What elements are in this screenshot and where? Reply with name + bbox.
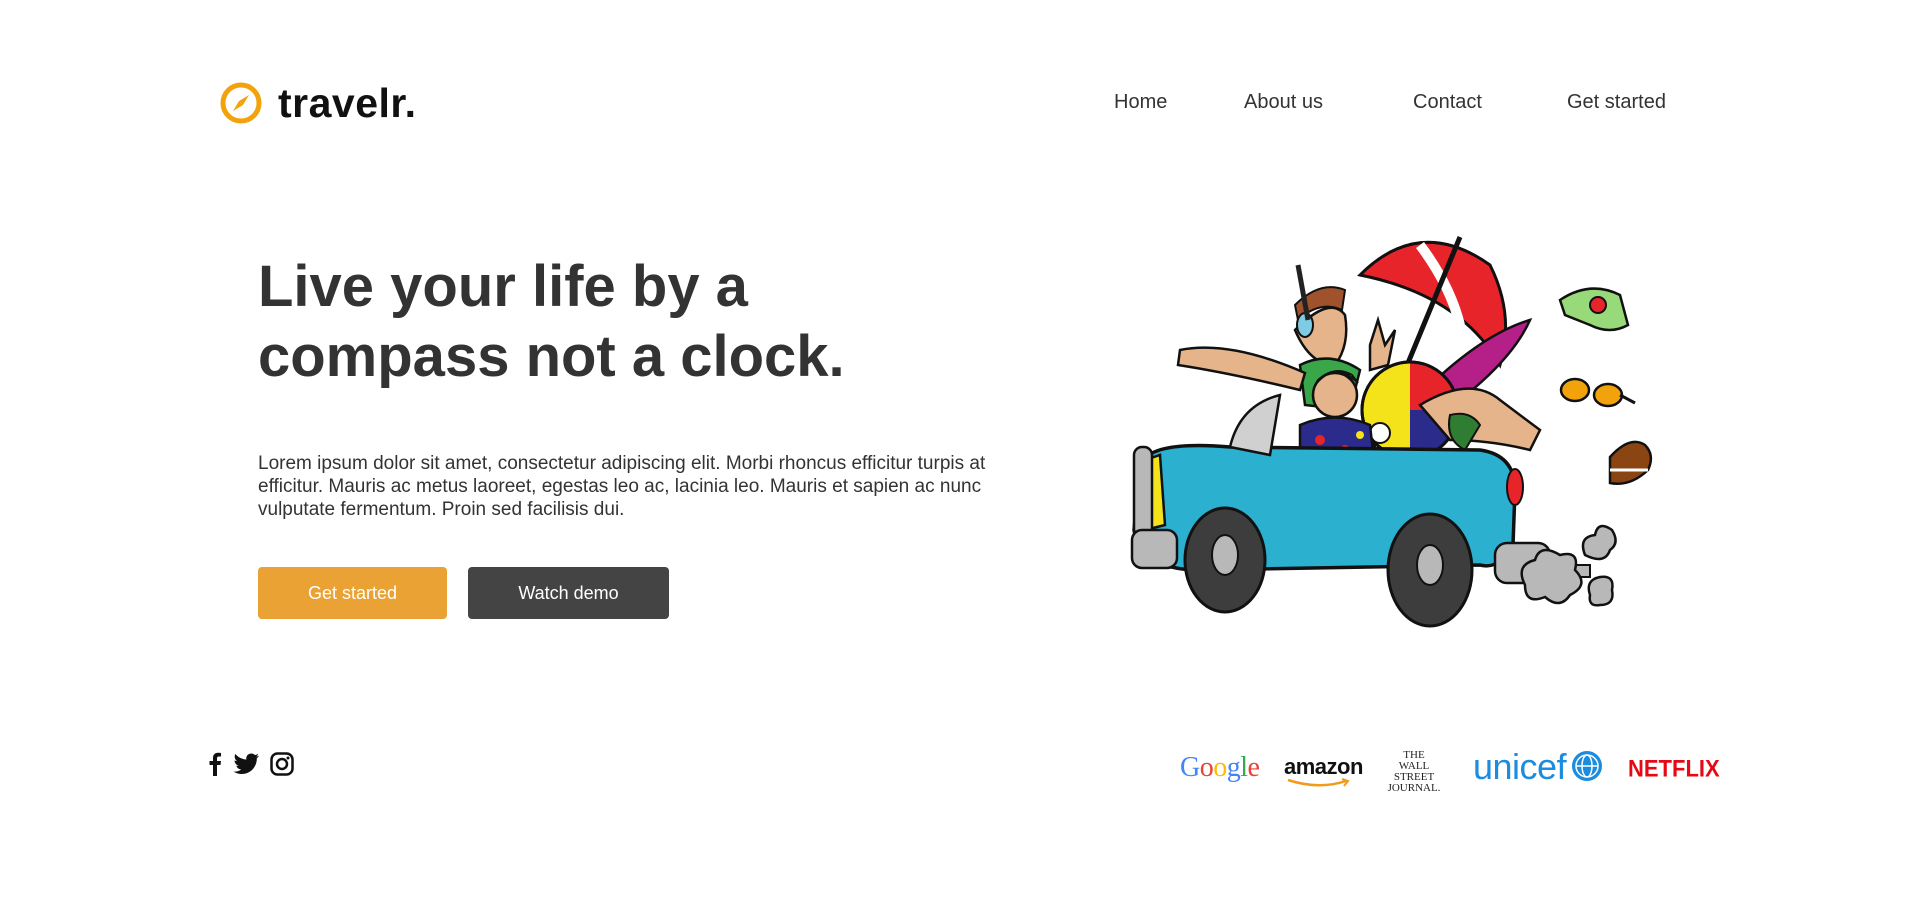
- social-links: [208, 752, 305, 781]
- twitter-icon[interactable]: [233, 753, 259, 780]
- google-logo-text: Google: [1180, 752, 1260, 783]
- nav-contact[interactable]: Contact: [1413, 91, 1482, 114]
- google-letter: G: [1180, 752, 1200, 783]
- road-trip-car-illustration: [1130, 236, 1653, 628]
- unicef-logo: unicef: [1473, 746, 1567, 787]
- nav-home[interactable]: Home: [1114, 91, 1167, 114]
- hero-title-line-2: compass not a clock.: [258, 324, 845, 389]
- compass-icon: [220, 82, 262, 124]
- google-letter: o: [1213, 752, 1227, 783]
- shoe-icon: [1608, 440, 1653, 485]
- nav-about-us[interactable]: About us: [1244, 91, 1323, 114]
- wsj-line-3: JOURNAL.: [1387, 782, 1441, 794]
- sunglasses-icon: [1559, 377, 1636, 408]
- google-letter: l: [1240, 752, 1248, 783]
- google-letter: e: [1247, 752, 1260, 783]
- facebook-icon[interactable]: [208, 752, 222, 781]
- amazon-smile-icon: [1287, 778, 1350, 787]
- hero-title-line-1: Live your life by a: [258, 254, 748, 319]
- instagram-icon[interactable]: [270, 752, 294, 781]
- wsj-line-2: WALL STREET: [1393, 760, 1435, 783]
- hero-description: Lorem ipsum dolor sit amet, consectetur …: [258, 453, 986, 520]
- hero-title: Live your life by a compass not a clock.: [258, 252, 958, 392]
- netflix-logo: NETFLIX: [1628, 754, 1720, 783]
- get-started-button[interactable]: Get started: [258, 567, 447, 619]
- nav-get-started[interactable]: Get started: [1567, 91, 1666, 114]
- logo-text: travelr.: [278, 79, 417, 126]
- hat-icon: [1558, 287, 1630, 332]
- landing-page: travelr. Home About us Contact Get start…: [0, 0, 1919, 913]
- logo[interactable]: travelr.: [220, 82, 417, 124]
- google-letter: g: [1226, 752, 1241, 783]
- watch-demo-button[interactable]: Watch demo: [468, 567, 669, 619]
- wsj-logo: THE WALL STREET JOURNAL.: [1382, 750, 1446, 794]
- google-logo: Google: [1180, 752, 1260, 784]
- unicef-globe-icon: [1572, 751, 1602, 781]
- google-letter: o: [1199, 752, 1214, 783]
- exhaust-icon: [1520, 524, 1617, 607]
- amazon-logo: amazon: [1284, 754, 1363, 779]
